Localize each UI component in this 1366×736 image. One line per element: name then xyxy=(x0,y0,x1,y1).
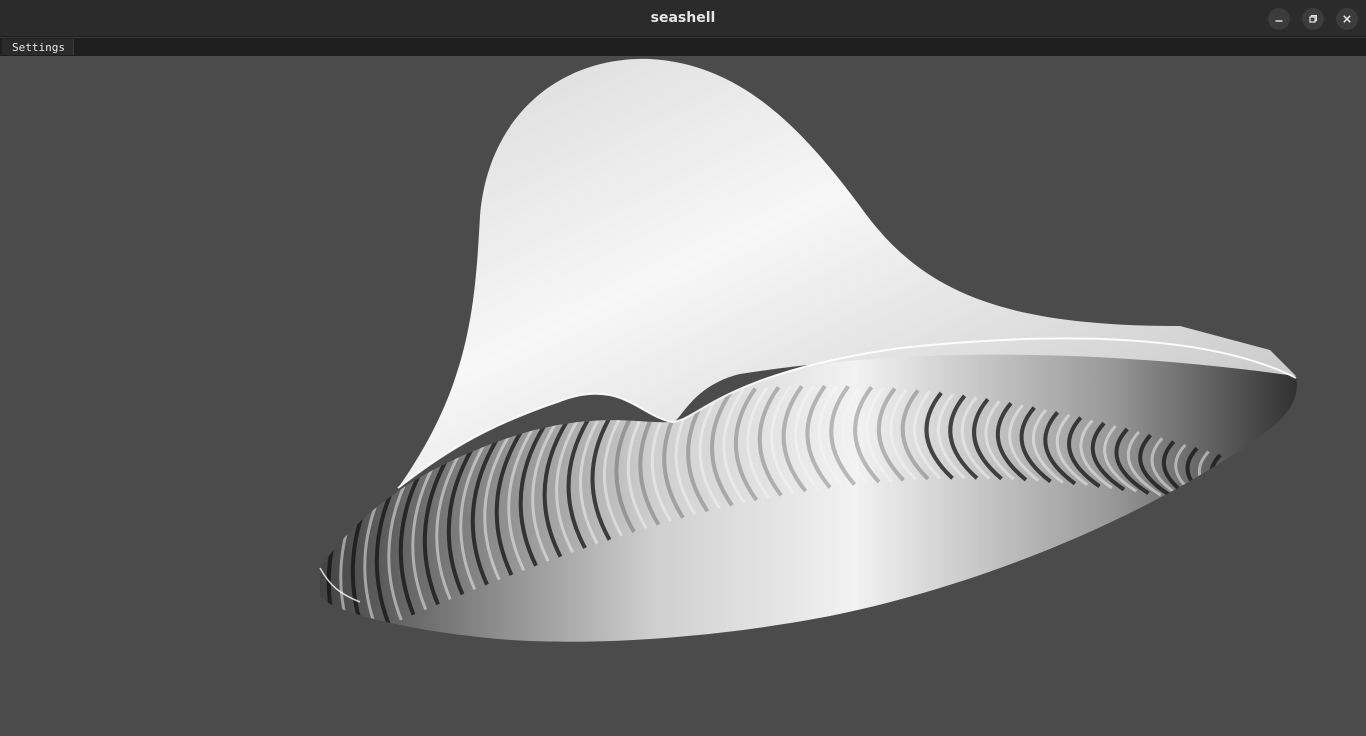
restore-icon xyxy=(1309,15,1317,23)
shell-brim xyxy=(320,338,1297,642)
brim-rib xyxy=(1232,460,1272,519)
brim-rib xyxy=(1221,457,1260,516)
menu-bar: Settings xyxy=(0,37,1366,56)
app-window: seashell Settings xyxy=(0,0,1366,736)
close-icon xyxy=(1343,15,1351,23)
minimize-button[interactable] xyxy=(1268,8,1290,30)
render-viewport[interactable] xyxy=(0,56,1366,736)
brim-rib xyxy=(1245,464,1284,522)
restore-button[interactable] xyxy=(1302,8,1324,30)
close-button[interactable] xyxy=(1336,8,1358,30)
menu-item-settings[interactable]: Settings xyxy=(2,39,74,55)
minimize-icon xyxy=(1275,20,1283,22)
brim-rib xyxy=(1256,467,1297,525)
brim-rib xyxy=(1280,474,1297,531)
title-bar[interactable]: seashell xyxy=(0,0,1366,37)
brim-rib xyxy=(1268,471,1297,528)
seashell-render xyxy=(319,58,1297,642)
window-title: seashell xyxy=(650,10,716,26)
